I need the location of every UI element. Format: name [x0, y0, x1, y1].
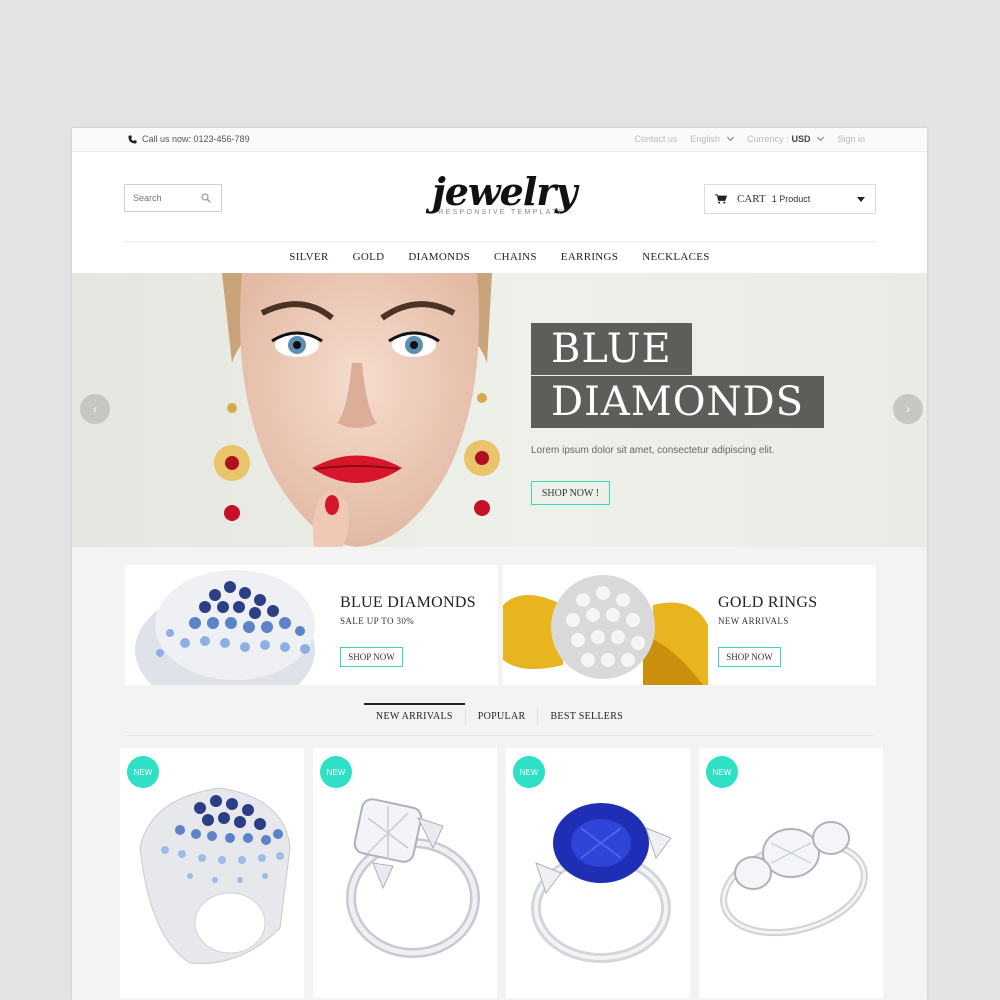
- tab-popular[interactable]: POPULAR: [466, 703, 538, 733]
- diamond-solitaire-ring-icon: [346, 798, 480, 958]
- nav-item-silver[interactable]: SILVER: [277, 246, 340, 272]
- slider-next-button[interactable]: ›: [893, 394, 923, 424]
- hero-lead: Lorem ipsum dolor sit amet, consectetur …: [531, 445, 775, 456]
- chevron-down-icon: [817, 133, 825, 142]
- currency-select[interactable]: Currency : USD: [746, 133, 825, 144]
- nav-item-earrings[interactable]: EARRINGS: [549, 246, 630, 272]
- new-badge: NEW: [127, 756, 159, 788]
- blue-sapphire-ring-icon: [531, 803, 672, 963]
- earring-right: [464, 393, 500, 516]
- product-tabs: NEW ARRIVALS POPULAR BEST SELLERS: [72, 703, 927, 733]
- promo-subtitle: NEW ARRIVALS: [718, 616, 789, 626]
- currency-value: USD: [791, 134, 811, 144]
- main-nav: SILVER GOLD DIAMONDS CHAINS EARRINGS NEC…: [72, 246, 927, 272]
- content-area: BLUE DIAMONDS SALE UP TO 30% SHOP NOW GO…: [72, 547, 927, 1000]
- slider-prev-button[interactable]: ‹: [80, 394, 110, 424]
- nav-item-diamonds[interactable]: DIAMONDS: [396, 246, 482, 272]
- hero-title-line2: DIAMONDS: [531, 376, 824, 428]
- top-bar: Call us now: 0123-456-789 Contact us Eng…: [72, 128, 927, 152]
- sapphire-dome-ring-icon: [139, 787, 291, 965]
- cart-label: CART: [737, 193, 766, 205]
- new-badge: NEW: [706, 756, 738, 788]
- nav-item-necklaces[interactable]: NECKLACES: [630, 246, 721, 272]
- tab-new-arrivals[interactable]: NEW ARRIVALS: [363, 703, 465, 733]
- product-card[interactable]: NEW: [313, 748, 497, 998]
- model-portrait-image: [214, 273, 500, 547]
- promo-blue-diamonds[interactable]: BLUE DIAMONDS SALE UP TO 30% SHOP NOW: [125, 565, 498, 685]
- currency-label: Currency :: [746, 134, 789, 144]
- tabs-divider: [125, 735, 873, 736]
- cart-icon: [715, 194, 727, 204]
- promo-title: GOLD RINGS: [718, 594, 818, 611]
- search-box: [124, 184, 222, 212]
- promo-gold-rings[interactable]: GOLD RINGS NEW ARRIVALS SHOP NOW: [503, 565, 876, 685]
- search-input[interactable]: [125, 185, 195, 211]
- caret-down-icon: [857, 197, 865, 202]
- promo-title: BLUE DIAMONDS: [340, 594, 476, 611]
- cart-button[interactable]: CART 1 Product: [704, 184, 876, 214]
- search-icon[interactable]: [201, 193, 211, 203]
- contact-link[interactable]: Contact us: [634, 134, 677, 144]
- product-card[interactable]: NEW: [699, 748, 883, 998]
- site-logo[interactable]: jewelry RESPONSIVE TEMPLATE: [432, 169, 577, 217]
- nav-divider: [124, 241, 876, 242]
- gold-ring-image: [503, 575, 708, 685]
- phone-icon: [128, 134, 137, 144]
- nav-item-gold[interactable]: GOLD: [341, 246, 397, 272]
- promo-shop-button[interactable]: SHOP NOW: [718, 647, 781, 667]
- cart-count: 1 Product: [771, 194, 811, 204]
- new-badge: NEW: [320, 756, 352, 788]
- hero-title-line1: BLUE: [531, 323, 692, 375]
- product-card[interactable]: NEW: [120, 748, 304, 998]
- tab-best-sellers[interactable]: BEST SELLERS: [538, 703, 635, 733]
- language-select[interactable]: English: [690, 133, 734, 144]
- promo-shop-button[interactable]: SHOP NOW: [340, 647, 403, 667]
- call-us: Call us now: 0123-456-789: [128, 134, 250, 144]
- hero-slider: ‹ › BLUE DIAMONDS Lorem ipsum dolor sit …: [72, 273, 927, 547]
- product-card[interactable]: NEW: [506, 748, 690, 998]
- promo-subtitle: SALE UP TO 30%: [340, 616, 415, 626]
- logo-wordmark: jewelry: [432, 169, 577, 214]
- call-text: Call us now: 0123-456-789: [142, 134, 250, 144]
- nav-item-chains[interactable]: CHAINS: [482, 246, 549, 272]
- three-stone-diamond-ring-icon: [720, 821, 868, 937]
- logo-tagline: RESPONSIVE TEMPLATE: [438, 209, 566, 216]
- signin-link[interactable]: Sign in: [837, 134, 865, 144]
- language-value: English: [690, 134, 720, 144]
- earring-left: [214, 403, 250, 521]
- chevron-down-icon: [726, 133, 734, 142]
- hero-shop-button[interactable]: SHOP NOW !: [531, 481, 610, 505]
- new-badge: NEW: [513, 756, 545, 788]
- sapphire-ring-image: [135, 570, 315, 685]
- page-frame: Call us now: 0123-456-789 Contact us Eng…: [72, 128, 927, 1000]
